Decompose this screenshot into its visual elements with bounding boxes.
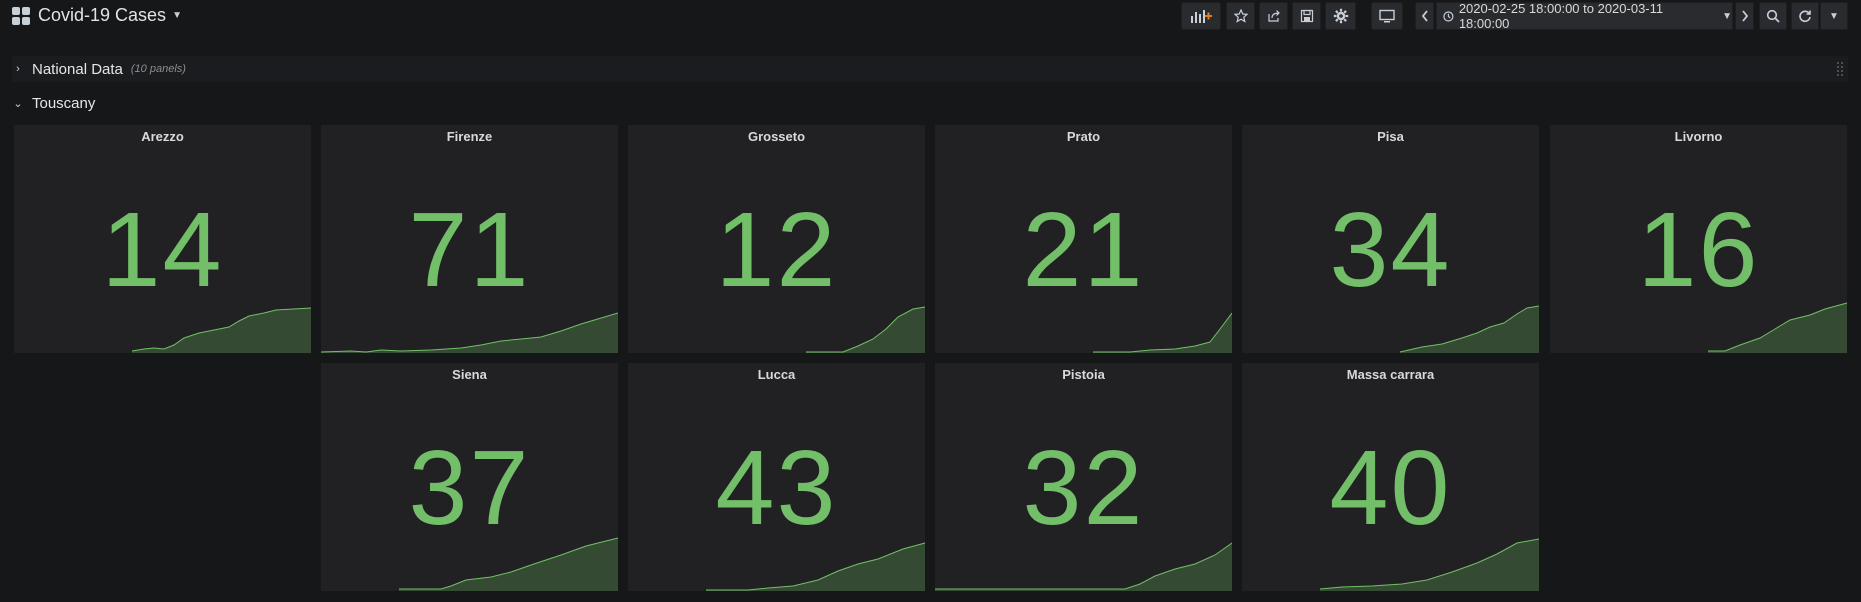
sparkline [1319,538,1539,591]
monitor-icon [1379,9,1395,23]
panel-value: 12 [715,191,838,309]
gear-icon [1333,8,1348,24]
chevron-right-icon [1741,10,1748,22]
row-national-data[interactable]: › National Data (10 panels) [12,56,1848,82]
dashboard-title: Covid-19 Cases [38,5,167,25]
sparkline [131,307,311,353]
stat-panel[interactable]: Pisa 34 [1242,125,1539,353]
stat-panel[interactable]: Massa carrara 40 [1242,363,1539,591]
stat-panel[interactable]: Siena 37 [321,363,618,591]
add-panel-icon [1191,10,1212,23]
tv-mode-button[interactable] [1371,2,1403,30]
sparkline [399,537,618,591]
star-button[interactable] [1226,2,1255,30]
chevron-down-icon: ⌄ [13,97,23,110]
panel-title: Siena [452,367,487,382]
panel-title: Firenze [446,129,493,144]
caret-down-icon: ▼ [172,10,182,21]
refresh-icon [1799,10,1811,23]
panel-title: Livorno [1674,129,1723,144]
stat-panel[interactable]: Grosseto 12 [628,125,925,353]
panel-title: Prato [1066,129,1101,144]
panel-value: 37 [408,429,531,547]
sparkline [321,312,618,353]
drag-handle-icon[interactable] [1836,61,1844,77]
panel-value: 71 [408,191,531,309]
time-range-picker[interactable]: 2020-02-25 18:00:00 to 2020-03-11 18:00:… [1436,1,1733,31]
sparkline [1708,302,1847,353]
star-icon [1233,9,1248,23]
chevron-left-icon [1421,10,1428,22]
stat-panel[interactable]: Prato 21 [935,125,1232,353]
time-back-button[interactable] [1415,2,1434,30]
panel-title: Lucca [757,367,796,382]
refresh-button[interactable] [1791,2,1819,30]
row-title: Touscany [32,94,96,112]
panel-title: Grosseto [747,129,806,144]
add-panel-button[interactable] [1181,2,1221,30]
zoom-out-button[interactable] [1759,2,1787,30]
search-icon [1766,9,1780,23]
dashboard-grid-icon[interactable] [12,7,30,25]
panel-value: 16 [1637,191,1760,309]
panel-value: 34 [1329,191,1452,309]
caret-down-icon: ▼ [1829,10,1839,22]
panel-title: Pistoia [1062,367,1105,382]
caret-down-icon: ▼ [1722,10,1732,22]
time-forward-button[interactable] [1735,2,1754,30]
clock-icon [1443,10,1454,22]
panel-title: Arezzo [141,129,184,144]
share-button[interactable] [1259,2,1288,30]
stat-panel[interactable]: Firenze 71 [321,125,618,353]
panel-value: 14 [101,191,224,309]
sparkline [806,306,925,353]
time-range-label: 2020-02-25 18:00:00 to 2020-03-11 18:00:… [1458,1,1664,31]
save-icon [1300,9,1313,23]
sparkline [1093,312,1232,353]
chevron-right-icon: › [16,63,20,75]
share-icon [1267,10,1280,22]
top-navbar: Covid-19 Cases ▼ 2020-02-25 18:00:00 to … [0,0,1861,34]
stat-panel[interactable]: Livorno 16 [1550,125,1847,353]
sparkline [1399,305,1539,353]
row-panel-count: (10 panels) [130,63,186,75]
panel-value: 40 [1329,429,1452,547]
row-touscany[interactable]: ⌄ Touscany [12,90,1848,116]
stat-panel[interactable]: Arezzo 14 [14,125,311,353]
panel-value: 21 [1022,191,1145,309]
settings-button[interactable] [1325,2,1356,30]
panel-value: 32 [1022,429,1145,547]
stat-panel[interactable]: Lucca 43 [628,363,925,591]
panel-value: 43 [715,429,838,547]
save-button[interactable] [1292,2,1321,30]
refresh-interval-dropdown[interactable]: ▼ [1820,2,1848,30]
panel-title: Massa carrara [1346,367,1435,382]
stat-panel[interactable]: Pistoia 32 [935,363,1232,591]
panel-title: Pisa [1377,129,1404,144]
row-title: National Data [32,60,123,78]
sparkline [935,542,1232,591]
sparkline [706,542,925,591]
dashboard-title-picker[interactable]: Covid-19 Cases ▼ [38,5,182,26]
